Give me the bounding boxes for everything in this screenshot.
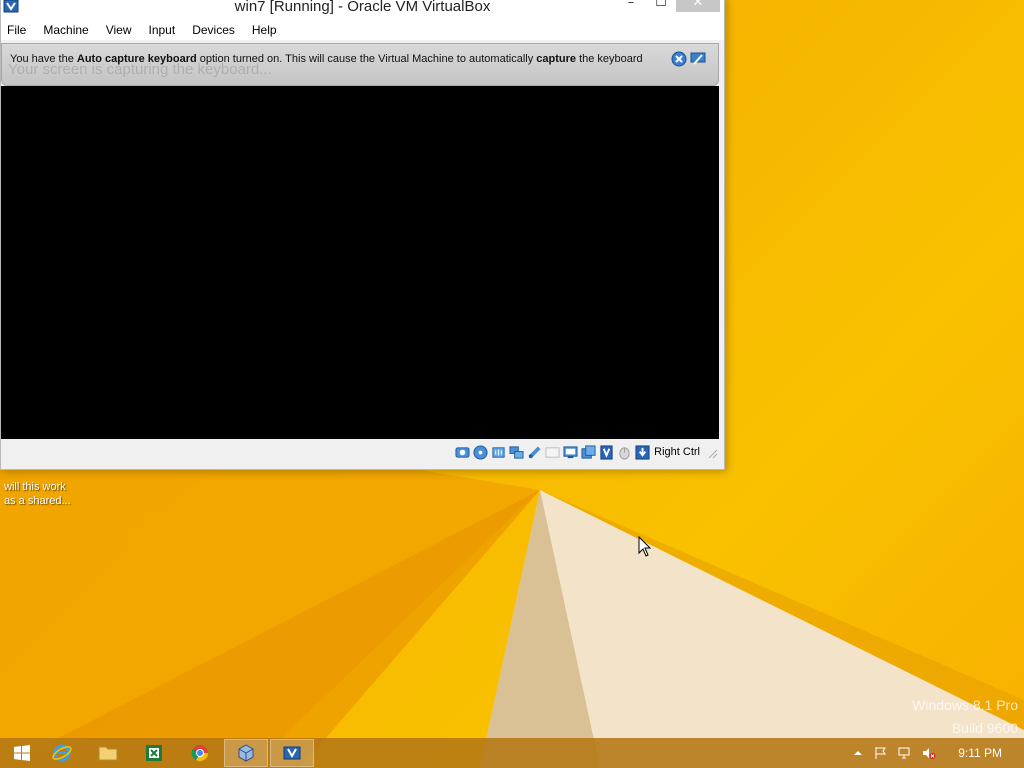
menu-help[interactable]: Help (252, 23, 277, 37)
menu-bar: File Machine View Input Devices Help (1, 20, 724, 40)
hard-disk-icon[interactable] (455, 445, 470, 460)
excel-icon (146, 745, 162, 761)
vt-x-icon[interactable] (599, 444, 614, 460)
notice-text-middle: option turned on. This will cause the Vi… (196, 53, 537, 65)
virtualbox-manager-icon (238, 744, 254, 762)
virtualbox-window[interactable]: win7 [Running] - Oracle VM VirtualBox – … (0, 0, 725, 470)
menu-view[interactable]: View (106, 23, 132, 37)
menu-input[interactable]: Input (149, 23, 176, 37)
title-bar[interactable]: win7 [Running] - Oracle VM VirtualBox – … (1, 0, 724, 20)
taskbar-clock[interactable]: 9:11 PM (958, 746, 1002, 760)
notice-message: You have the Auto capture keyboard optio… (10, 53, 643, 65)
resize-grip-icon[interactable] (708, 449, 718, 459)
maximize-button[interactable]: ☐ (646, 0, 676, 12)
shared-folders-icon[interactable] (545, 445, 560, 460)
taskbar-internet-explorer[interactable] (40, 739, 84, 767)
file-explorer-icon (98, 746, 118, 761)
vm-display[interactable] (1, 86, 719, 439)
optical-drive-icon[interactable] (473, 444, 488, 460)
window-controls: – ☐ ✕ (616, 0, 720, 14)
taskbar-virtualbox-vm[interactable] (270, 739, 314, 767)
windows-watermark: Windows 8.1 Pro Build 9600 (912, 694, 1018, 740)
watermark-edition: Windows 8.1 Pro (912, 697, 1018, 713)
desktop-shortcut-label-1: will this work (4, 481, 66, 493)
close-button[interactable]: ✕ (676, 0, 720, 12)
notice-text-bold-1: Auto capture keyboard (76, 53, 197, 65)
display-icon[interactable] (563, 445, 578, 460)
notice-text-bold-2: capture (536, 53, 577, 65)
audio-icon[interactable] (491, 445, 506, 460)
taskbar-file-explorer[interactable] (86, 739, 130, 767)
menu-file[interactable]: File (7, 23, 26, 37)
chrome-icon (191, 745, 209, 762)
menu-machine[interactable]: Machine (43, 23, 88, 37)
usb-icon[interactable] (527, 445, 542, 460)
windows-start-icon (14, 745, 30, 761)
notice-text-suffix: the keyboard (576, 53, 643, 65)
start-button[interactable] (0, 739, 44, 767)
internet-explorer-icon (52, 744, 72, 762)
taskbar-excel[interactable] (132, 739, 176, 767)
auto-capture-notification: Your screen is capturing the keyboard...… (1, 43, 719, 86)
desktop-shortcut[interactable]: will this work as a shared... (4, 480, 84, 508)
network-icon[interactable] (898, 746, 912, 760)
taskbar-virtualbox-manager[interactable] (224, 739, 268, 767)
desktop-shortcut-label-2: as a shared... (4, 495, 71, 507)
host-key-label: Right Ctrl (654, 446, 700, 458)
taskbar: 9:11 PM (0, 738, 1024, 768)
show-hidden-icons-arrow[interactable] (851, 746, 865, 760)
virtualbox-vm-icon (283, 746, 301, 760)
status-bar: Right Ctrl (1, 441, 724, 463)
volume-muted-icon[interactable] (922, 746, 936, 760)
watermark-build: Build 9600 (951, 720, 1018, 736)
mouse-pointer-icon (638, 536, 652, 557)
network-icon[interactable] (509, 445, 524, 460)
minimize-button[interactable]: – (616, 0, 646, 12)
close-notification-icon[interactable] (671, 51, 687, 67)
taskbar-chrome[interactable] (178, 739, 222, 767)
video-capture-icon[interactable] (581, 444, 596, 460)
do-not-show-again-icon[interactable] (690, 51, 706, 67)
notice-text-prefix: You have the (10, 53, 77, 65)
action-center-flag-icon[interactable] (874, 746, 888, 760)
mouse-integration-icon[interactable] (617, 445, 632, 460)
keyboard-capture-icon[interactable] (635, 444, 650, 460)
menu-devices[interactable]: Devices (192, 23, 235, 37)
